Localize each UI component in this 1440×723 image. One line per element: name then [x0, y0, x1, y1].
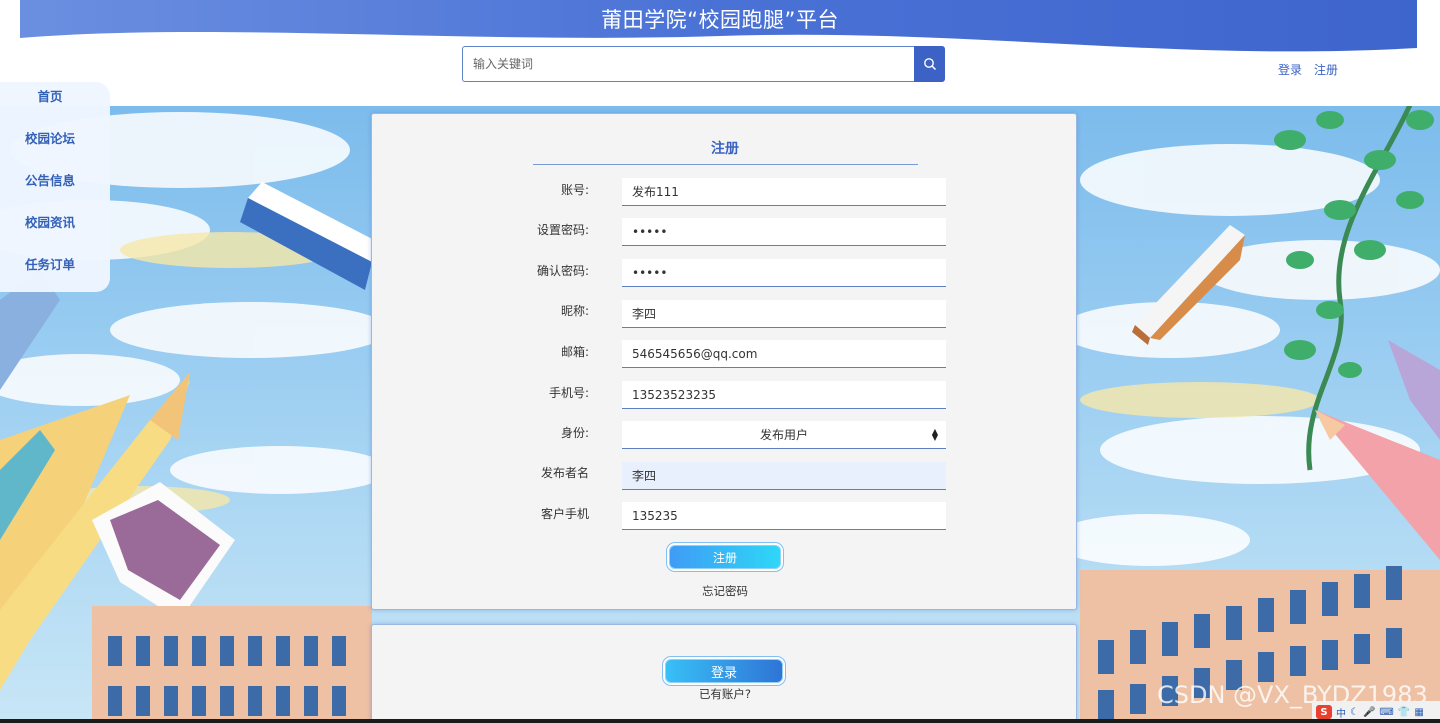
title-divider: [533, 164, 918, 165]
role-select-value: 发布用户: [759, 428, 808, 442]
sidebar-item-orders[interactable]: 任务订单: [0, 254, 100, 273]
grid-icon[interactable]: ▦: [1414, 707, 1423, 718]
login-button[interactable]: 登录: [665, 659, 783, 683]
role-label: 身份:: [560, 426, 589, 440]
password-field[interactable]: [622, 218, 946, 246]
has-account-text: 已有账户?: [698, 687, 752, 701]
nickname-field[interactable]: [622, 300, 946, 328]
confirm-password-field[interactable]: [622, 259, 946, 287]
nickname-label: 昵称:: [560, 304, 589, 318]
login-link[interactable]: 登录: [1278, 61, 1302, 78]
account-label: 账号:: [560, 183, 589, 197]
publisher-name-field[interactable]: [622, 462, 946, 490]
form-title: 注册: [711, 141, 739, 157]
confirm-password-label: 确认密码:: [536, 264, 589, 278]
publisher-name-label: 发布者名: [540, 466, 589, 480]
keyboard-icon[interactable]: ⌨: [1379, 707, 1393, 718]
client-phone-field[interactable]: [622, 502, 946, 530]
moon-icon[interactable]: ☾: [1350, 707, 1359, 718]
register-submit-button[interactable]: 注册: [669, 545, 781, 569]
search-icon: [923, 58, 936, 71]
search-button[interactable]: [914, 46, 945, 82]
taskbar-edge: [0, 719, 1440, 723]
email-field[interactable]: [622, 340, 946, 368]
account-field[interactable]: [622, 178, 946, 206]
ime-icon[interactable]: S: [1316, 705, 1332, 719]
sidebar-item-notices[interactable]: 公告信息: [0, 170, 100, 189]
shirt-icon[interactable]: 👕: [1398, 707, 1410, 718]
client-phone-label: 客户手机: [540, 507, 589, 521]
microphone-icon[interactable]: 🎤: [1363, 707, 1375, 718]
login-card: 登录 已有账户?: [371, 624, 1077, 723]
sidebar-item-forum[interactable]: 校园论坛: [0, 128, 100, 147]
sidebar-nav: 首页 校园论坛 公告信息 校园资讯 任务订单: [0, 82, 110, 292]
role-select[interactable]: 发布用户 ▲ ▼: [622, 421, 946, 449]
sidebar-item-home[interactable]: 首页: [0, 86, 100, 105]
phone-field[interactable]: [622, 381, 946, 409]
email-label: 邮箱:: [560, 345, 589, 359]
register-form-card: 注册 账号: 设置密码: 确认密码: 昵称: 邮箱: 手机号: 身份: 发布用户…: [371, 113, 1077, 610]
register-link[interactable]: 注册: [1314, 61, 1338, 78]
select-arrows-icon: ▲ ▼: [931, 427, 938, 442]
search-input[interactable]: [462, 46, 915, 82]
sidebar-item-news[interactable]: 校园资讯: [0, 212, 100, 231]
site-title: 莆田学院“校园跑腿”平台: [601, 8, 839, 32]
phone-label: 手机号:: [548, 386, 589, 400]
password-label: 设置密码:: [536, 223, 589, 237]
forgot-password-link[interactable]: 忘记密码: [372, 583, 1078, 599]
input-lang-indicator[interactable]: 中: [1336, 705, 1346, 720]
